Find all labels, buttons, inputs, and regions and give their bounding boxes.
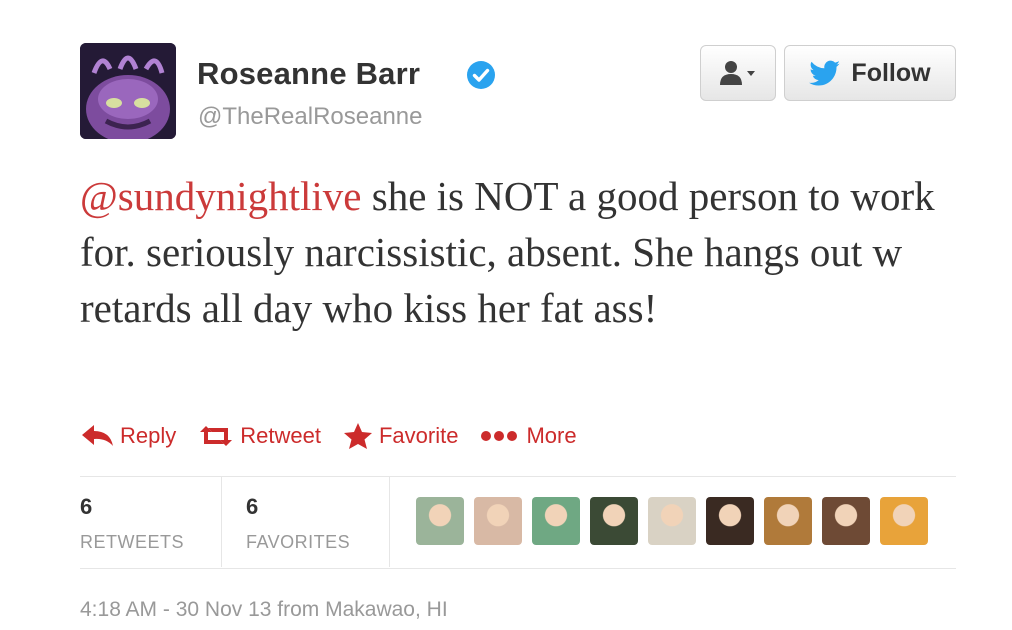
tweet-text: @sundynightlive she is NOT a good person… [80, 168, 960, 336]
retweet-action[interactable]: Retweet [198, 423, 321, 449]
retweet-label: Retweet [240, 423, 321, 448]
tweet-timestamp[interactable]: 4:18 AM - 30 Nov 13 from Makawao, HI [80, 598, 448, 622]
favoriter-avatar[interactable] [880, 497, 928, 545]
favoriter-avatar[interactable] [416, 497, 464, 545]
tweet-actions: Reply Retweet Favorite More [80, 416, 599, 456]
follow-button[interactable]: Follow [784, 45, 956, 101]
favoriter-avatar[interactable] [706, 497, 754, 545]
favoriter-avatar[interactable] [590, 497, 638, 545]
favorites-label: FAVORITES [246, 532, 351, 552]
favorite-action[interactable]: Favorite [343, 422, 458, 450]
stat-separator [389, 477, 390, 567]
favoriter-avatar[interactable] [648, 497, 696, 545]
user-actions-button[interactable] [700, 45, 776, 101]
verified-badge-icon [467, 61, 495, 89]
twitter-bird-icon [809, 60, 841, 86]
mention-link[interactable]: @sundynightlive [80, 173, 361, 219]
favoriter-avatar[interactable] [764, 497, 812, 545]
favorites-count: 6 [246, 494, 259, 519]
retweet-icon [200, 426, 233, 446]
purple-monster-avatar-icon [80, 43, 176, 139]
reply-icon [82, 425, 113, 446]
reply-label: Reply [120, 423, 177, 448]
avatar[interactable] [80, 43, 176, 139]
more-action[interactable]: More [480, 423, 577, 449]
favoriters-list [416, 497, 928, 545]
favorite-label: Favorite [378, 423, 459, 448]
user-dropdown-icon [720, 61, 755, 85]
retweets-stat[interactable]: 6 RETWEETS [80, 494, 184, 553]
star-icon [343, 423, 372, 449]
stat-separator [221, 477, 222, 567]
favoriter-avatar[interactable] [474, 497, 522, 545]
follow-label: Follow [851, 58, 931, 87]
author-name[interactable]: Roseanne Barr [197, 56, 420, 92]
retweets-count: 6 [80, 494, 93, 519]
favorites-stat[interactable]: 6 FAVORITES [246, 494, 350, 553]
more-dots-icon [481, 431, 518, 441]
retweets-label: RETWEETS [80, 532, 185, 552]
reply-action[interactable]: Reply [80, 423, 176, 449]
author-handle[interactable]: @TheRealRoseanne [198, 103, 423, 131]
divider-top [80, 476, 956, 477]
divider-bottom [80, 568, 956, 569]
favoriter-avatar[interactable] [822, 497, 870, 545]
more-label: More [526, 423, 577, 448]
favoriter-avatar[interactable] [532, 497, 580, 545]
